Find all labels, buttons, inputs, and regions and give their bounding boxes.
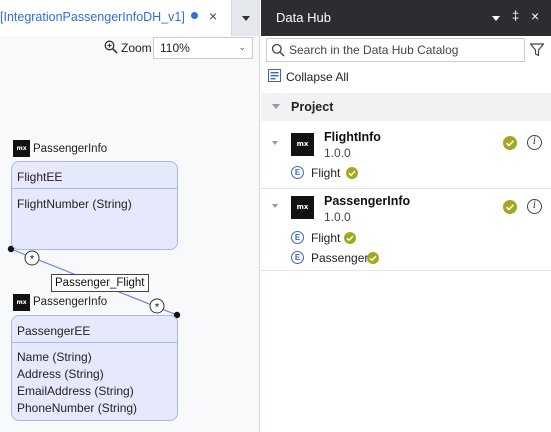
entity-flightee[interactable]: FlightEE FlightNumber (String) (11, 161, 178, 250)
project-group-header[interactable]: Project (261, 93, 551, 121)
entity-attribute[interactable]: Name (String) (17, 350, 92, 364)
entity-module-label: PassengerInfo (33, 296, 108, 308)
module-version: 1.0.0 (324, 210, 351, 224)
entity-label: Flight (311, 231, 341, 245)
check-badge-icon (344, 232, 356, 244)
info-icon[interactable]: i (527, 199, 542, 214)
entity-attribute[interactable]: FlightNumber (String) (17, 197, 132, 211)
pane-menu-icon[interactable] (492, 16, 500, 21)
entity-label: Flight (311, 166, 341, 180)
chevron-down-icon[interactable] (272, 104, 280, 109)
module-divider (261, 188, 551, 189)
pin-icon[interactable]: ‡ (512, 8, 519, 23)
editor-tab-bar: [IntegrationPassengerInfoDH_v1] × (0, 0, 260, 36)
zoom-value: 110% (160, 41, 190, 55)
multiplicity-start: * (30, 254, 35, 266)
entity-divider (12, 188, 177, 189)
check-badge-icon (367, 252, 379, 264)
catalog-search-box[interactable] (266, 38, 525, 62)
entity-attribute[interactable]: EmailAddress (String) (17, 384, 134, 398)
entity-icon: E (291, 166, 304, 179)
entity-icon: E (291, 231, 304, 244)
entity-module-label: PassengerInfo (33, 143, 108, 155)
search-icon (271, 43, 285, 57)
entity-divider (12, 342, 177, 343)
info-icon[interactable]: i (527, 135, 542, 150)
pane-close-button[interactable]: × (531, 8, 539, 24)
tab-title[interactable]: [IntegrationPassengerInfoDH_v1] (0, 10, 185, 24)
magnifier-plus-icon (104, 40, 118, 54)
check-badge-icon (346, 167, 358, 179)
module-name: FlightInfo (324, 130, 381, 144)
zoom-toolbar: Zoom 110% ⌄ (0, 36, 260, 62)
module-name: PassengerInfo (324, 194, 411, 208)
domain-model-editor: [IntegrationPassengerInfoDH_v1] × Zoom 1… (0, 0, 260, 432)
chevron-down-icon (242, 16, 250, 21)
collapse-all-label: Collapse All (286, 70, 349, 84)
module-divider (261, 270, 551, 271)
chevron-down-icon: ⌄ (238, 42, 246, 52)
module-icon: mx (13, 140, 30, 157)
entity-attribute[interactable]: Address (String) (17, 367, 104, 381)
module-icon: mx (291, 196, 314, 219)
collapse-all-icon (268, 69, 281, 82)
hub-entity-row[interactable]: E Passenger (291, 249, 411, 267)
data-hub-pane: Data Hub ‡ × Collapse All Project mx Fli… (261, 0, 551, 432)
project-label: Project (291, 100, 334, 114)
filter-icon[interactable] (529, 42, 545, 58)
tab-list-dropdown-button[interactable] (232, 0, 260, 36)
hub-entity-row[interactable]: E Flight (291, 164, 411, 182)
multiplicity-end: * (155, 302, 160, 314)
entity-icon: E (291, 251, 304, 264)
entity-passengeree[interactable]: PassengerEE Name (String) Address (Strin… (11, 315, 178, 421)
entity-attribute[interactable]: PhoneNumber (String) (17, 401, 137, 415)
data-hub-header: Data Hub ‡ × (261, 0, 551, 36)
entity-name: PassengerEE (17, 324, 91, 338)
chevron-down-icon[interactable] (272, 204, 278, 208)
zoom-label: Zoom (121, 41, 152, 55)
tab-close-button[interactable]: × (209, 8, 217, 24)
pane-title: Data Hub (276, 10, 331, 25)
check-badge-icon (503, 200, 517, 214)
entity-label: Passenger (311, 251, 369, 265)
search-input[interactable] (289, 39, 519, 61)
unsaved-indicator (191, 12, 198, 19)
zoom-select[interactable]: 110% ⌄ (153, 37, 253, 59)
editor-tab[interactable]: [IntegrationPassengerInfoDH_v1] × (0, 0, 232, 36)
entity-name: FlightEE (17, 170, 63, 184)
module-icon: mx (13, 294, 30, 311)
association-label[interactable]: Passenger_Flight (51, 274, 149, 292)
chevron-down-icon[interactable] (272, 141, 278, 145)
module-version: 1.0.0 (324, 146, 351, 160)
check-badge-icon (503, 136, 517, 150)
hub-entity-row[interactable]: E Flight (291, 229, 411, 247)
diagram-canvas[interactable]: * * mx PassengerInfo FlightEE FlightNumb… (0, 62, 260, 432)
module-icon: mx (291, 133, 314, 156)
